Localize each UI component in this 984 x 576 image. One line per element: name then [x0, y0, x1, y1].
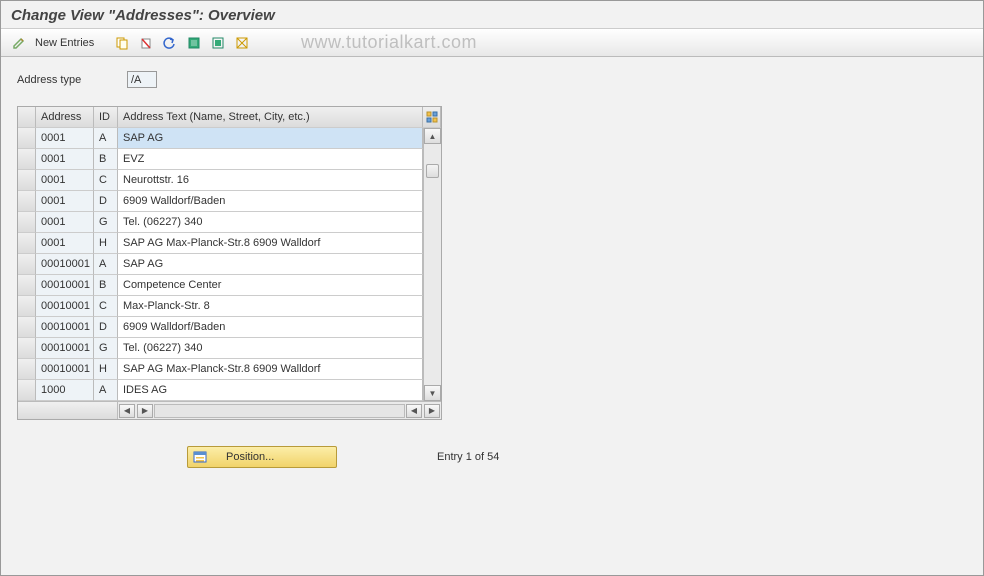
hscroll-track[interactable] [154, 404, 405, 418]
address-type-input[interactable] [127, 71, 157, 88]
page-title: Change View "Addresses": Overview [11, 7, 275, 24]
cell-text[interactable]: SAP AG [118, 254, 423, 275]
col-text[interactable]: Address Text (Name, Street, City, etc.) [118, 107, 423, 128]
select-block-icon[interactable] [208, 33, 228, 53]
cell-address[interactable]: 0001 [36, 191, 94, 212]
table-settings-icon[interactable] [423, 107, 441, 128]
col-address[interactable]: Address [36, 107, 94, 128]
cell-id[interactable]: A [94, 254, 118, 275]
position-button[interactable]: Position... [187, 446, 337, 468]
cell-id[interactable]: D [94, 317, 118, 338]
address-type-row: Address type [17, 71, 967, 88]
copy-icon[interactable] [112, 33, 132, 53]
hscroll-left2-icon[interactable]: ◀ [406, 404, 422, 418]
col-id[interactable]: ID [94, 107, 118, 128]
scroll-thumb[interactable] [426, 164, 439, 178]
select-all-icon[interactable] [184, 33, 204, 53]
cell-address[interactable]: 00010001 [36, 254, 94, 275]
cell-text[interactable]: EVZ [118, 149, 423, 170]
cell-id[interactable]: C [94, 170, 118, 191]
position-icon [192, 449, 208, 465]
cell-id[interactable]: C [94, 296, 118, 317]
row-selector[interactable] [18, 149, 36, 170]
cell-address[interactable]: 00010001 [36, 296, 94, 317]
row-selector[interactable] [18, 128, 36, 149]
cell-text[interactable]: SAP AG Max-Planck-Str.8 6909 Walldorf [118, 233, 423, 254]
cell-text[interactable]: Neurottstr. 16 [118, 170, 423, 191]
cell-text[interactable]: SAP AG Max-Planck-Str.8 6909 Walldorf [118, 359, 423, 380]
hscroll-left-icon[interactable]: ◀ [119, 404, 135, 418]
row-selector[interactable] [18, 380, 36, 401]
row-selector[interactable] [18, 338, 36, 359]
watermark: www.tutorialkart.com [301, 32, 477, 53]
title-bar: Change View "Addresses": Overview [1, 1, 983, 29]
cell-address[interactable]: 1000 [36, 380, 94, 401]
cell-text[interactable]: IDES AG [118, 380, 423, 401]
scroll-down-icon[interactable]: ▼ [424, 385, 441, 401]
cell-id[interactable]: H [94, 359, 118, 380]
hscroll-right2-icon[interactable]: ▶ [424, 404, 440, 418]
cell-text[interactable]: Tel. (06227) 340 [118, 212, 423, 233]
cell-id[interactable]: B [94, 149, 118, 170]
row-selector[interactable] [18, 212, 36, 233]
cell-address[interactable]: 0001 [36, 170, 94, 191]
position-label: Position... [226, 451, 274, 463]
cell-id[interactable]: H [94, 233, 118, 254]
delete-icon[interactable] [136, 33, 156, 53]
address-table: Address ID Address Text (Name, Street, C… [17, 106, 442, 420]
row-selector[interactable] [18, 275, 36, 296]
row-selector[interactable] [18, 317, 36, 338]
cell-text[interactable]: 6909 Walldorf/Baden [118, 317, 423, 338]
cell-id[interactable]: A [94, 380, 118, 401]
cell-text[interactable]: Competence Center [118, 275, 423, 296]
address-type-label: Address type [17, 74, 127, 86]
row-selector[interactable] [18, 170, 36, 191]
cell-id[interactable]: B [94, 275, 118, 296]
vertical-scrollbar[interactable]: ▲ ▼ [423, 128, 441, 401]
toolbar: New Entries www.tutorialkart.com [1, 29, 983, 57]
status-text: Entry 1 of 54 [437, 451, 499, 463]
cell-address[interactable]: 0001 [36, 149, 94, 170]
new-entries-button[interactable]: New Entries [35, 37, 94, 49]
cell-address[interactable]: 00010001 [36, 338, 94, 359]
cell-text[interactable]: 6909 Walldorf/Baden [118, 191, 423, 212]
toggle-edit-icon[interactable] [9, 33, 29, 53]
cell-address[interactable]: 00010001 [36, 359, 94, 380]
cell-text[interactable]: Max-Planck-Str. 8 [118, 296, 423, 317]
cell-address[interactable]: 0001 [36, 128, 94, 149]
cell-address[interactable]: 00010001 [36, 275, 94, 296]
cell-id[interactable]: D [94, 191, 118, 212]
scroll-up-icon[interactable]: ▲ [424, 128, 441, 144]
row-selector[interactable] [18, 233, 36, 254]
row-selector[interactable] [18, 191, 36, 212]
row-selector[interactable] [18, 254, 36, 275]
undo-icon[interactable] [160, 33, 180, 53]
row-selector[interactable] [18, 359, 36, 380]
cell-text[interactable]: SAP AG [118, 128, 423, 149]
hscroll-right-icon[interactable]: ▶ [137, 404, 153, 418]
select-all-corner[interactable] [18, 107, 36, 128]
cell-id[interactable]: A [94, 128, 118, 149]
horizontal-scrollbar: ◀ ▶ ◀ ▶ [18, 401, 441, 419]
cell-id[interactable]: G [94, 212, 118, 233]
cell-address[interactable]: 00010001 [36, 317, 94, 338]
row-selector[interactable] [18, 296, 36, 317]
cell-address[interactable]: 0001 [36, 233, 94, 254]
deselect-all-icon[interactable] [232, 33, 252, 53]
cell-address[interactable]: 0001 [36, 212, 94, 233]
cell-text[interactable]: Tel. (06227) 340 [118, 338, 423, 359]
cell-id[interactable]: G [94, 338, 118, 359]
